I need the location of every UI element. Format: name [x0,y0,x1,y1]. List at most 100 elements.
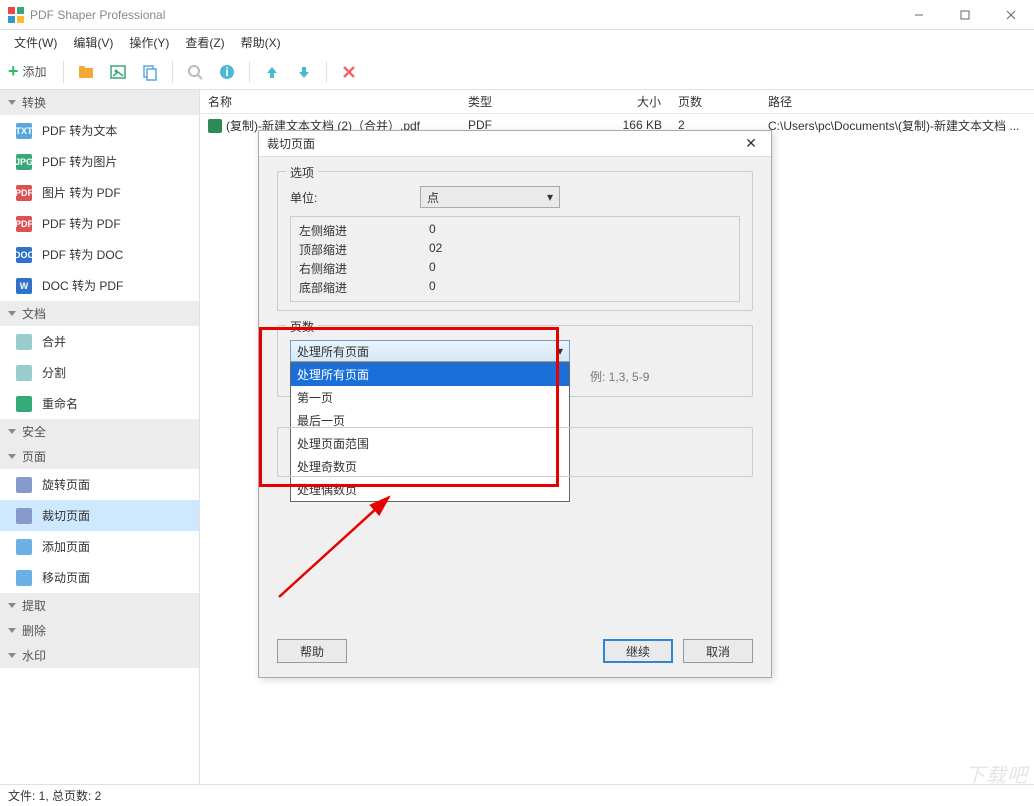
copy-button[interactable] [136,58,164,86]
sidebar-item[interactable]: 移动页面 [0,562,199,593]
window-title: PDF Shaper Professional [30,8,896,22]
margin-value: 0 [429,221,436,240]
sidebar-item-icon: PDF [16,185,32,201]
menubar: 文件(W) 编辑(V) 操作(Y) 查看(Z) 帮助(X) [0,30,1034,54]
sidebar-section[interactable]: 转换 [0,90,199,115]
dialog-buttons: 帮助 继续 取消 [259,629,771,677]
sidebar-item[interactable]: 添加页面 [0,531,199,562]
margins-box: 左侧缩进0顶部缩进02右侧缩进0底部缩进0 [290,216,740,302]
col-pages[interactable]: 页数 [670,93,760,110]
sidebar-item[interactable]: DOCPDF 转为 DOC [0,239,199,270]
annotation-arrow-icon [269,487,409,607]
sidebar-item-label: 移动页面 [42,569,90,586]
options-group: 选项 单位: 点 ▾ 左侧缩进0顶部缩进02右侧缩进0底部缩进0 [277,171,753,311]
info-button[interactable]: i [213,58,241,86]
col-path[interactable]: 路径 [760,93,1034,110]
menu-file[interactable]: 文件(W) [6,31,65,54]
dropdown-option[interactable]: 处理所有页面 [291,363,569,386]
pdf-file-icon [208,119,222,133]
sidebar-item-icon [16,508,32,524]
sidebar-section[interactable]: 页面 [0,444,199,469]
col-size[interactable]: 大小 [600,93,670,110]
add-label: 添加 [23,63,47,80]
unit-select[interactable]: 点 ▾ [420,186,560,208]
separator [249,61,250,83]
dialog-titlebar: 裁切页面 ✕ [259,131,771,157]
delete-button[interactable] [335,58,363,86]
pages-combobox[interactable]: 处理所有页面 ▾ [290,340,570,362]
close-button[interactable] [988,0,1034,30]
sidebar-item-icon: W [16,278,32,294]
sidebar-section[interactable]: 删除 [0,618,199,643]
sidebar-item[interactable]: PDF 图片 转为 PDF [0,177,199,208]
sidebar-item-label: PDF 转为 DOC [42,246,123,263]
file-path: C:\Users\pc\Documents\(复制)-新建文本文档 ... [760,117,1034,134]
sidebar-section[interactable]: 文档 [0,301,199,326]
sidebar-section[interactable]: 提取 [0,593,199,618]
sidebar-item[interactable]: 裁切页面 [0,500,199,531]
continue-button[interactable]: 继续 [603,639,673,663]
sidebar-item-icon [16,334,32,350]
col-type[interactable]: 类型 [460,93,600,110]
dialog-body: 选项 单位: 点 ▾ 左侧缩进0顶部缩进02右侧缩进0底部缩进0 页数 处理所有… [259,157,771,629]
dropdown-option[interactable]: 第一页 [291,386,569,409]
sidebar-item[interactable]: W DOC 转为 PDF [0,270,199,301]
sidebar-section[interactable]: 水印 [0,643,199,668]
sidebar-item[interactable]: TXTPDF 转为文本 [0,115,199,146]
watermark: 下载吧 [965,759,1028,788]
sidebar-item-icon: PDF [16,216,32,232]
sidebar-item[interactable]: PDF PDF 转为 PDF [0,208,199,239]
folder-button[interactable] [72,58,100,86]
sidebar-item-label: 图片 转为 PDF [42,184,121,201]
dropdown-option[interactable]: 处理偶数页 [291,478,569,501]
menu-view[interactable]: 查看(Z) [177,31,232,54]
options-legend: 选项 [286,164,318,181]
menu-edit[interactable]: 编辑(V) [65,31,121,54]
toolbar: + 添加 i [0,54,1034,90]
sidebar-item[interactable]: 合并 [0,326,199,357]
sidebar-item-icon [16,570,32,586]
sidebar-item-label: DOC 转为 PDF [42,277,123,294]
unit-label: 单位: [290,189,420,206]
margin-label: 左侧缩进 [299,221,429,240]
help-button[interactable]: 帮助 [277,639,347,663]
sidebar-item-label: PDF 转为 PDF [42,215,121,232]
margin-label: 顶部缩进 [299,240,429,259]
margin-row: 左侧缩进0 [299,221,731,240]
sidebar-item[interactable]: JPGPDF 转为图片 [0,146,199,177]
sidebar-item-label: PDF 转为文本 [42,122,117,139]
menu-action[interactable]: 操作(Y) [121,31,177,54]
plus-icon: + [8,61,19,82]
chevron-down-icon: ▾ [557,344,563,358]
sidebar-item[interactable]: 旋转页面 [0,469,199,500]
separator [63,61,64,83]
image-button[interactable] [104,58,132,86]
chevron-down-icon: ▾ [547,190,553,204]
minimize-button[interactable] [896,0,942,30]
margin-row: 底部缩进0 [299,278,731,297]
dialog-close-button[interactable]: ✕ [739,135,763,152]
cancel-button[interactable]: 取消 [683,639,753,663]
maximize-button[interactable] [942,0,988,30]
sidebar-item-icon [16,365,32,381]
sidebar-item-label: 旋转页面 [42,476,90,493]
statusbar: 文件: 1, 总页数: 2 [0,784,1034,806]
margin-row: 右侧缩进0 [299,259,731,278]
margin-value: 0 [429,278,436,297]
sidebar-item-icon [16,539,32,555]
add-button[interactable]: + 添加 [6,58,55,86]
sidebar-item-icon: JPG [16,154,32,170]
sidebar-item[interactable]: 分割 [0,357,199,388]
sidebar-item-label: 裁切页面 [42,507,90,524]
separator [172,61,173,83]
sidebar-item[interactable]: 重命名 [0,388,199,419]
search-button[interactable] [181,58,209,86]
menu-help[interactable]: 帮助(X) [233,31,289,54]
down-button[interactable] [290,58,318,86]
sidebar: 转换TXTPDF 转为文本JPGPDF 转为图片PDF图片 转为 PDFPDFP… [0,90,200,784]
col-name[interactable]: 名称 [200,93,460,110]
up-button[interactable] [258,58,286,86]
crop-dialog: 裁切页面 ✕ 选项 单位: 点 ▾ 左侧缩进0顶部缩进02右侧缩进0底部缩进0 … [258,130,772,678]
margin-value: 0 [429,259,436,278]
sidebar-section[interactable]: 安全 [0,419,199,444]
